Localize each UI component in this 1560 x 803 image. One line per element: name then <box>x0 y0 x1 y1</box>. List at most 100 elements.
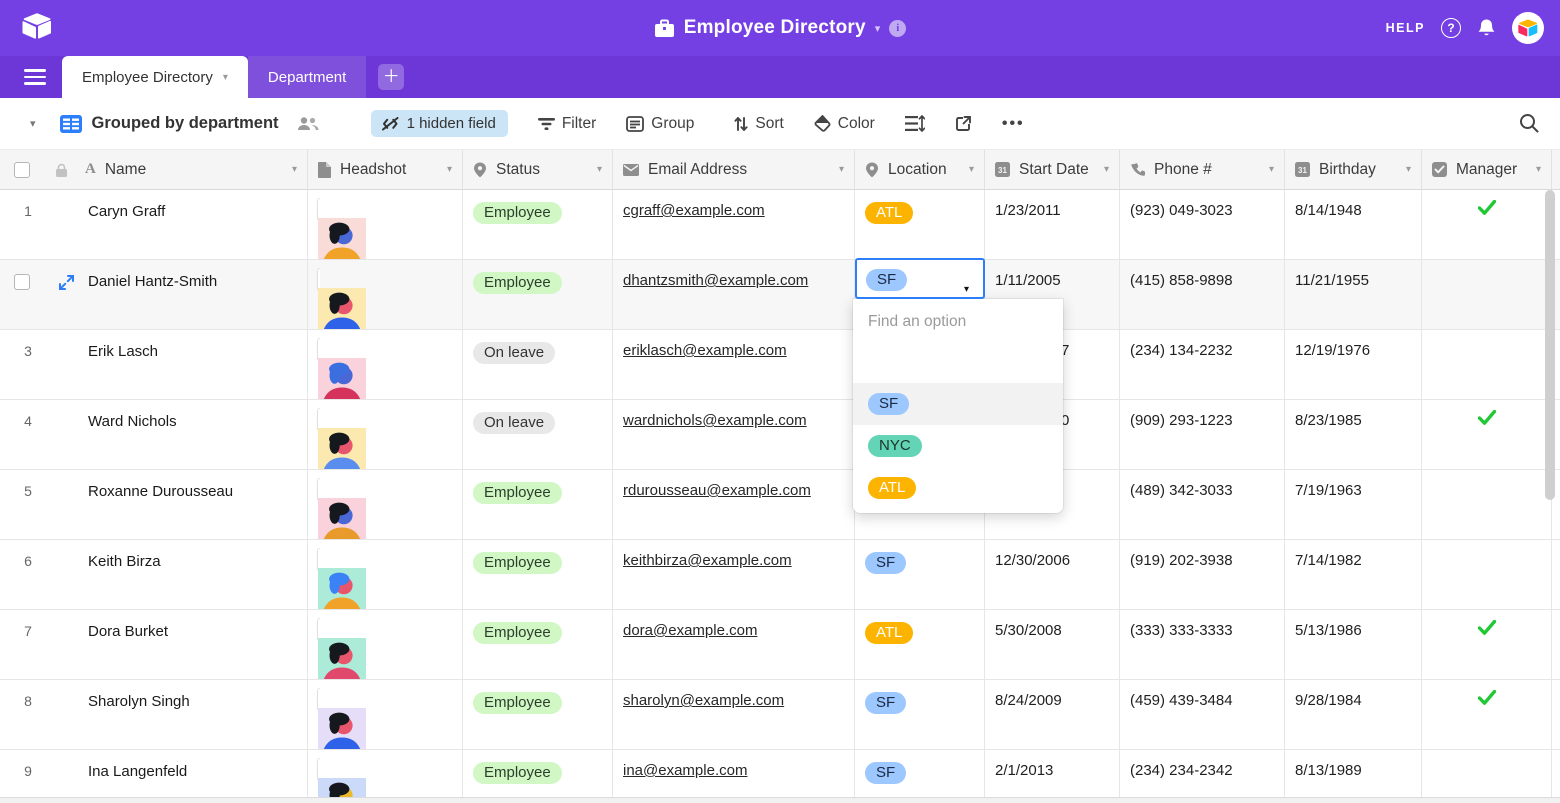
manager-cell[interactable] <box>1422 330 1552 399</box>
headshot-cell[interactable] <box>308 610 463 679</box>
row-checkbox[interactable] <box>14 274 30 290</box>
location-cell[interactable]: SF <box>855 750 985 803</box>
column-header-email[interactable]: Email Address ▾ <box>613 150 855 189</box>
manager-cell[interactable] <box>1422 610 1552 679</box>
manager-cell[interactable] <box>1422 260 1552 329</box>
email-cell[interactable]: keithbirza@example.com <box>613 540 855 609</box>
column-caret-icon[interactable]: ▾ <box>597 164 602 175</box>
manager-cell[interactable] <box>1422 750 1552 803</box>
phone-cell[interactable]: (234) 234-2342 <box>1120 750 1285 803</box>
table-row[interactable]: 7 Dora Burket Employee dora@example.com ATL 5… <box>0 610 1560 680</box>
column-caret-icon[interactable]: ▾ <box>1269 164 1274 175</box>
birthday-cell[interactable]: 11/21/1955 <box>1285 260 1422 329</box>
birthday-cell[interactable]: 8/23/1985 <box>1285 400 1422 469</box>
birthday-cell[interactable]: 7/19/1963 <box>1285 470 1422 539</box>
status-cell[interactable]: On leave <box>463 400 613 469</box>
headshot-cell[interactable] <box>308 680 463 749</box>
start-date-cell[interactable]: 1/23/2011 <box>985 190 1120 259</box>
option-search-input[interactable]: Find an option <box>853 299 1063 331</box>
search-icon[interactable] <box>1518 112 1540 139</box>
tab-department[interactable]: Department <box>247 56 367 98</box>
column-caret-icon[interactable]: ▾ <box>1406 164 1411 175</box>
birthday-cell[interactable]: 8/14/1948 <box>1285 190 1422 259</box>
email-cell[interactable]: dora@example.com <box>613 610 855 679</box>
employee-name[interactable]: Sharolyn Singh <box>88 680 190 710</box>
select-all-checkbox[interactable] <box>14 161 30 178</box>
info-icon[interactable]: i <box>889 19 907 37</box>
email-link[interactable]: wardnichols@example.com <box>623 412 807 429</box>
email-link[interactable]: sharolyn@example.com <box>623 692 784 709</box>
dropdown-option-nyc[interactable]: NYC <box>853 425 1063 467</box>
vertical-scrollbar[interactable] <box>1545 190 1555 500</box>
phone-cell[interactable]: (234) 134-2232 <box>1120 330 1285 399</box>
avatar[interactable] <box>1512 12 1544 44</box>
birthday-cell[interactable]: 12/19/1976 <box>1285 330 1422 399</box>
manager-cell[interactable] <box>1422 680 1552 749</box>
headshot-cell[interactable] <box>308 750 463 803</box>
email-link[interactable]: keithbirza@example.com <box>623 552 792 569</box>
location-cell[interactable]: SF <box>855 680 985 749</box>
headshot-cell[interactable] <box>308 190 463 259</box>
email-cell[interactable]: sharolyn@example.com <box>613 680 855 749</box>
column-caret-icon[interactable]: ▾ <box>447 164 452 175</box>
email-cell[interactable]: rdurousseau@example.com <box>613 470 855 539</box>
dropdown-option-atl[interactable]: ATL <box>853 467 1063 509</box>
base-title-group[interactable]: Employee Directory ▾ i <box>0 0 1560 56</box>
manager-cell[interactable] <box>1422 190 1552 259</box>
column-caret-icon[interactable]: ▾ <box>1536 164 1541 175</box>
status-cell[interactable]: Employee <box>463 470 613 539</box>
table-row[interactable]: 5 Roxanne Durousseau Employee rdurousseau@e… <box>0 470 1560 540</box>
employee-name[interactable]: Daniel Hantz-Smith <box>88 260 217 290</box>
manager-cell[interactable] <box>1422 400 1552 469</box>
birthday-cell[interactable]: 9/28/1984 <box>1285 680 1422 749</box>
filter-button[interactable]: Filter <box>537 115 596 133</box>
column-header-headshot[interactable]: Headshot ▾ <box>308 150 463 189</box>
manager-cell[interactable] <box>1422 540 1552 609</box>
email-link[interactable]: rdurousseau@example.com <box>623 482 811 499</box>
column-header-phone[interactable]: Phone # ▾ <box>1120 150 1285 189</box>
view-sidebar-caret-icon[interactable]: ▾ <box>30 117 36 130</box>
email-cell[interactable]: ina@example.com <box>613 750 855 803</box>
email-cell[interactable]: dhantzsmith@example.com <box>613 260 855 329</box>
headshot-cell[interactable] <box>308 400 463 469</box>
status-cell[interactable]: Employee <box>463 540 613 609</box>
headshot-cell[interactable] <box>308 330 463 399</box>
email-link[interactable]: dhantzsmith@example.com <box>623 272 808 289</box>
phone-cell[interactable]: (909) 293-1223 <box>1120 400 1285 469</box>
start-date-cell[interactable]: 2/1/2013 <box>985 750 1120 803</box>
status-cell[interactable]: Employee <box>463 260 613 329</box>
table-row[interactable]: Daniel Hantz-Smith Employee dhantzsmith@ex… <box>0 260 1560 330</box>
headshot-cell[interactable] <box>308 470 463 539</box>
email-link[interactable]: dora@example.com <box>623 622 757 639</box>
expand-record-button[interactable] <box>59 275 74 295</box>
email-cell[interactable]: eriklasch@example.com <box>613 330 855 399</box>
email-cell[interactable]: wardnichols@example.com <box>613 400 855 469</box>
status-cell[interactable]: Employee <box>463 190 613 259</box>
column-caret-icon[interactable]: ▾ <box>1104 164 1109 175</box>
employee-name[interactable]: Dora Burket <box>88 610 168 640</box>
email-link[interactable]: eriklasch@example.com <box>623 342 787 359</box>
sort-button[interactable]: Sort <box>734 115 784 133</box>
phone-cell[interactable]: (923) 049-3023 <box>1120 190 1285 259</box>
location-cell[interactable]: ATL <box>855 610 985 679</box>
birthday-cell[interactable]: 8/13/1989 <box>1285 750 1422 803</box>
employee-name[interactable]: Roxanne Durousseau <box>88 470 233 500</box>
column-caret-icon[interactable]: ▾ <box>292 164 297 175</box>
location-cell-editing[interactable]: SF ▾ <box>855 258 985 299</box>
start-date-cell[interactable]: 12/30/2006 <box>985 540 1120 609</box>
share-view-button[interactable] <box>955 115 972 132</box>
color-button[interactable]: Color <box>814 115 875 133</box>
table-row[interactable]: 9 Ina Langenfeld Employee ina@example.com SF… <box>0 750 1560 803</box>
column-header-location[interactable]: Location ▾ <box>855 150 985 189</box>
employee-name[interactable]: Caryn Graff <box>88 190 165 220</box>
employee-name[interactable]: Ina Langenfeld <box>88 750 187 780</box>
tab-employee-directory[interactable]: Employee Directory ▾ <box>62 56 248 98</box>
more-options-button[interactable]: ••• <box>1002 115 1025 133</box>
cell-dropdown-caret-icon[interactable]: ▾ <box>964 284 969 295</box>
status-cell[interactable]: Employee <box>463 750 613 803</box>
column-caret-icon[interactable]: ▾ <box>839 164 844 175</box>
dropdown-option-sf[interactable]: SF <box>853 383 1063 425</box>
location-cell[interactable]: SF <box>855 540 985 609</box>
status-cell[interactable]: Employee <box>463 680 613 749</box>
add-table-button[interactable]: ＋ <box>378 64 405 90</box>
